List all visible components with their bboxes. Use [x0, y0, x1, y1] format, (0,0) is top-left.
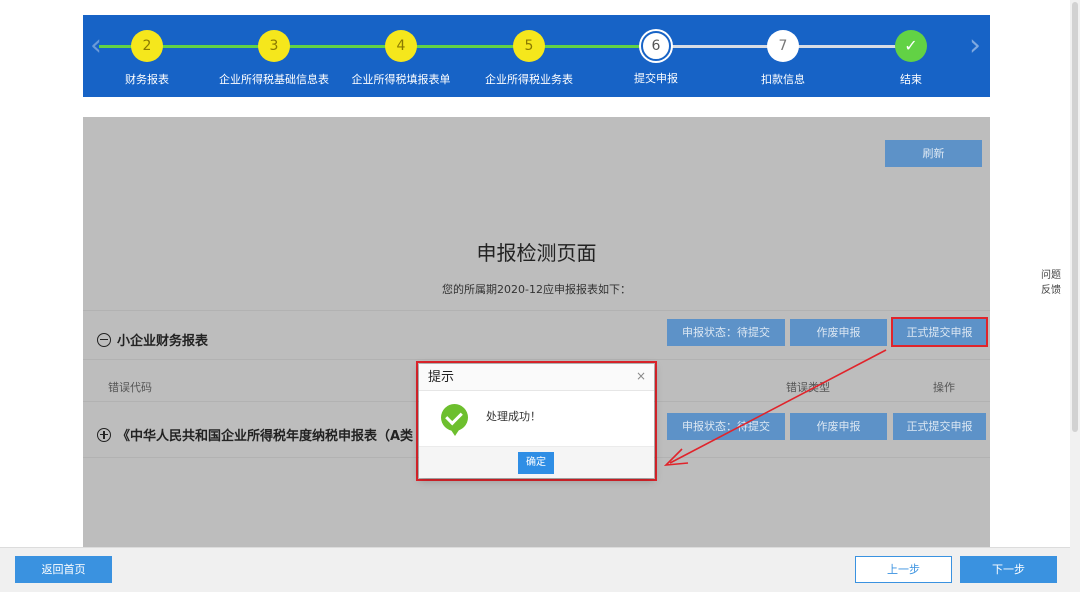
bottom-action-bar: 返回首页 上一步 下一步 [0, 547, 1070, 592]
step-business-form[interactable]: 5 企业所得税业务表 [474, 30, 584, 87]
step-number: 7 [767, 30, 799, 62]
chevron-right-icon[interactable]: › [964, 31, 986, 61]
next-step-button[interactable]: 下一步 [960, 556, 1057, 583]
collapse-icon[interactable] [97, 332, 111, 347]
expand-icon[interactable] [97, 427, 111, 442]
step-number: 6 [641, 31, 671, 61]
step-label: 扣款信息 [761, 73, 805, 86]
column-error-type: 错误类型 [786, 381, 830, 394]
dialog-footer: 确定 [419, 446, 654, 478]
step-submit[interactable]: 6 提交申报 [601, 30, 711, 86]
step-label: 提交申报 [634, 72, 678, 85]
section-cit-annual-return[interactable]: 《中华人民共和国企业所得税年度纳税申报表（A类 [97, 425, 413, 444]
step-label: 企业所得税填报表单 [351, 73, 451, 86]
step-number: 5 [513, 30, 545, 62]
declaration-check-panel: 刷新 申报检测页面 您的所属期2020-12应申报报表如下： 小企业财务报表 申… [83, 117, 990, 547]
step-number: 3 [258, 30, 290, 62]
step-label: 企业所得税业务表 [485, 73, 573, 86]
step-label: 财务报表 [125, 73, 169, 86]
dialog-title: 提示 [419, 364, 654, 391]
step-filing-form[interactable]: 4 企业所得税填报表单 [346, 30, 456, 87]
progress-stepper: ‹ 2 财务报表 3 企业所得税基础信息表 4 企业所得税填报表单 5 企业所得… [83, 15, 990, 97]
step-label: 企业所得税基础信息表 [219, 73, 329, 86]
formal-submit-button[interactable]: 正式提交申报 [893, 413, 986, 440]
dialog-message: 处理成功！ [486, 410, 541, 423]
divider [83, 359, 990, 360]
section-title: 《中华人民共和国企业所得税年度纳税申报表（A类 [117, 429, 414, 444]
feedback-widget[interactable]: 问题 反馈 [1032, 268, 1070, 300]
section-title: 小企业财务报表 [117, 334, 209, 349]
page-scrollbar[interactable] [1070, 0, 1080, 592]
status-button[interactable]: 申报状态：待提交 [667, 413, 785, 440]
divider [83, 310, 990, 311]
feedback-line: 问题 [1041, 270, 1061, 281]
scrollbar-thumb[interactable] [1072, 2, 1078, 432]
refresh-button[interactable]: 刷新 [885, 140, 982, 167]
column-error-code: 错误代码 [108, 381, 152, 394]
void-declaration-button[interactable]: 作废申报 [790, 319, 887, 346]
column-operation: 操作 [933, 381, 955, 394]
step-deduction[interactable]: 7 扣款信息 [728, 30, 838, 87]
prompt-dialog: 提示 × 处理成功！ 确定 [419, 364, 654, 478]
back-home-button[interactable]: 返回首页 [15, 556, 112, 583]
success-check-icon [441, 404, 468, 436]
feedback-line: 反馈 [1041, 285, 1061, 296]
dialog-body: 处理成功！ [419, 392, 654, 446]
previous-step-button[interactable]: 上一步 [855, 556, 952, 583]
page-subtitle: 您的所属期2020-12应申报报表如下： [442, 283, 631, 296]
confirm-button[interactable]: 确定 [518, 452, 554, 474]
page-title: 申报检测页面 [476, 241, 597, 265]
step-label: 结束 [900, 73, 922, 86]
annotation-highlight-box [891, 317, 988, 347]
step-number: 4 [385, 30, 417, 62]
section-small-enterprise-financial[interactable]: 小企业财务报表 [97, 330, 208, 349]
void-declaration-button[interactable]: 作废申报 [790, 413, 887, 440]
step-basic-info[interactable]: 3 企业所得税基础信息表 [219, 30, 329, 87]
close-icon[interactable]: × [636, 369, 646, 383]
step-number: 2 [131, 30, 163, 62]
step-financial-statements[interactable]: 2 财务报表 [92, 30, 202, 87]
status-button[interactable]: 申报状态：待提交 [667, 319, 785, 346]
check-icon: ✓ [895, 30, 927, 62]
step-finish[interactable]: ✓ 结束 [856, 30, 966, 87]
